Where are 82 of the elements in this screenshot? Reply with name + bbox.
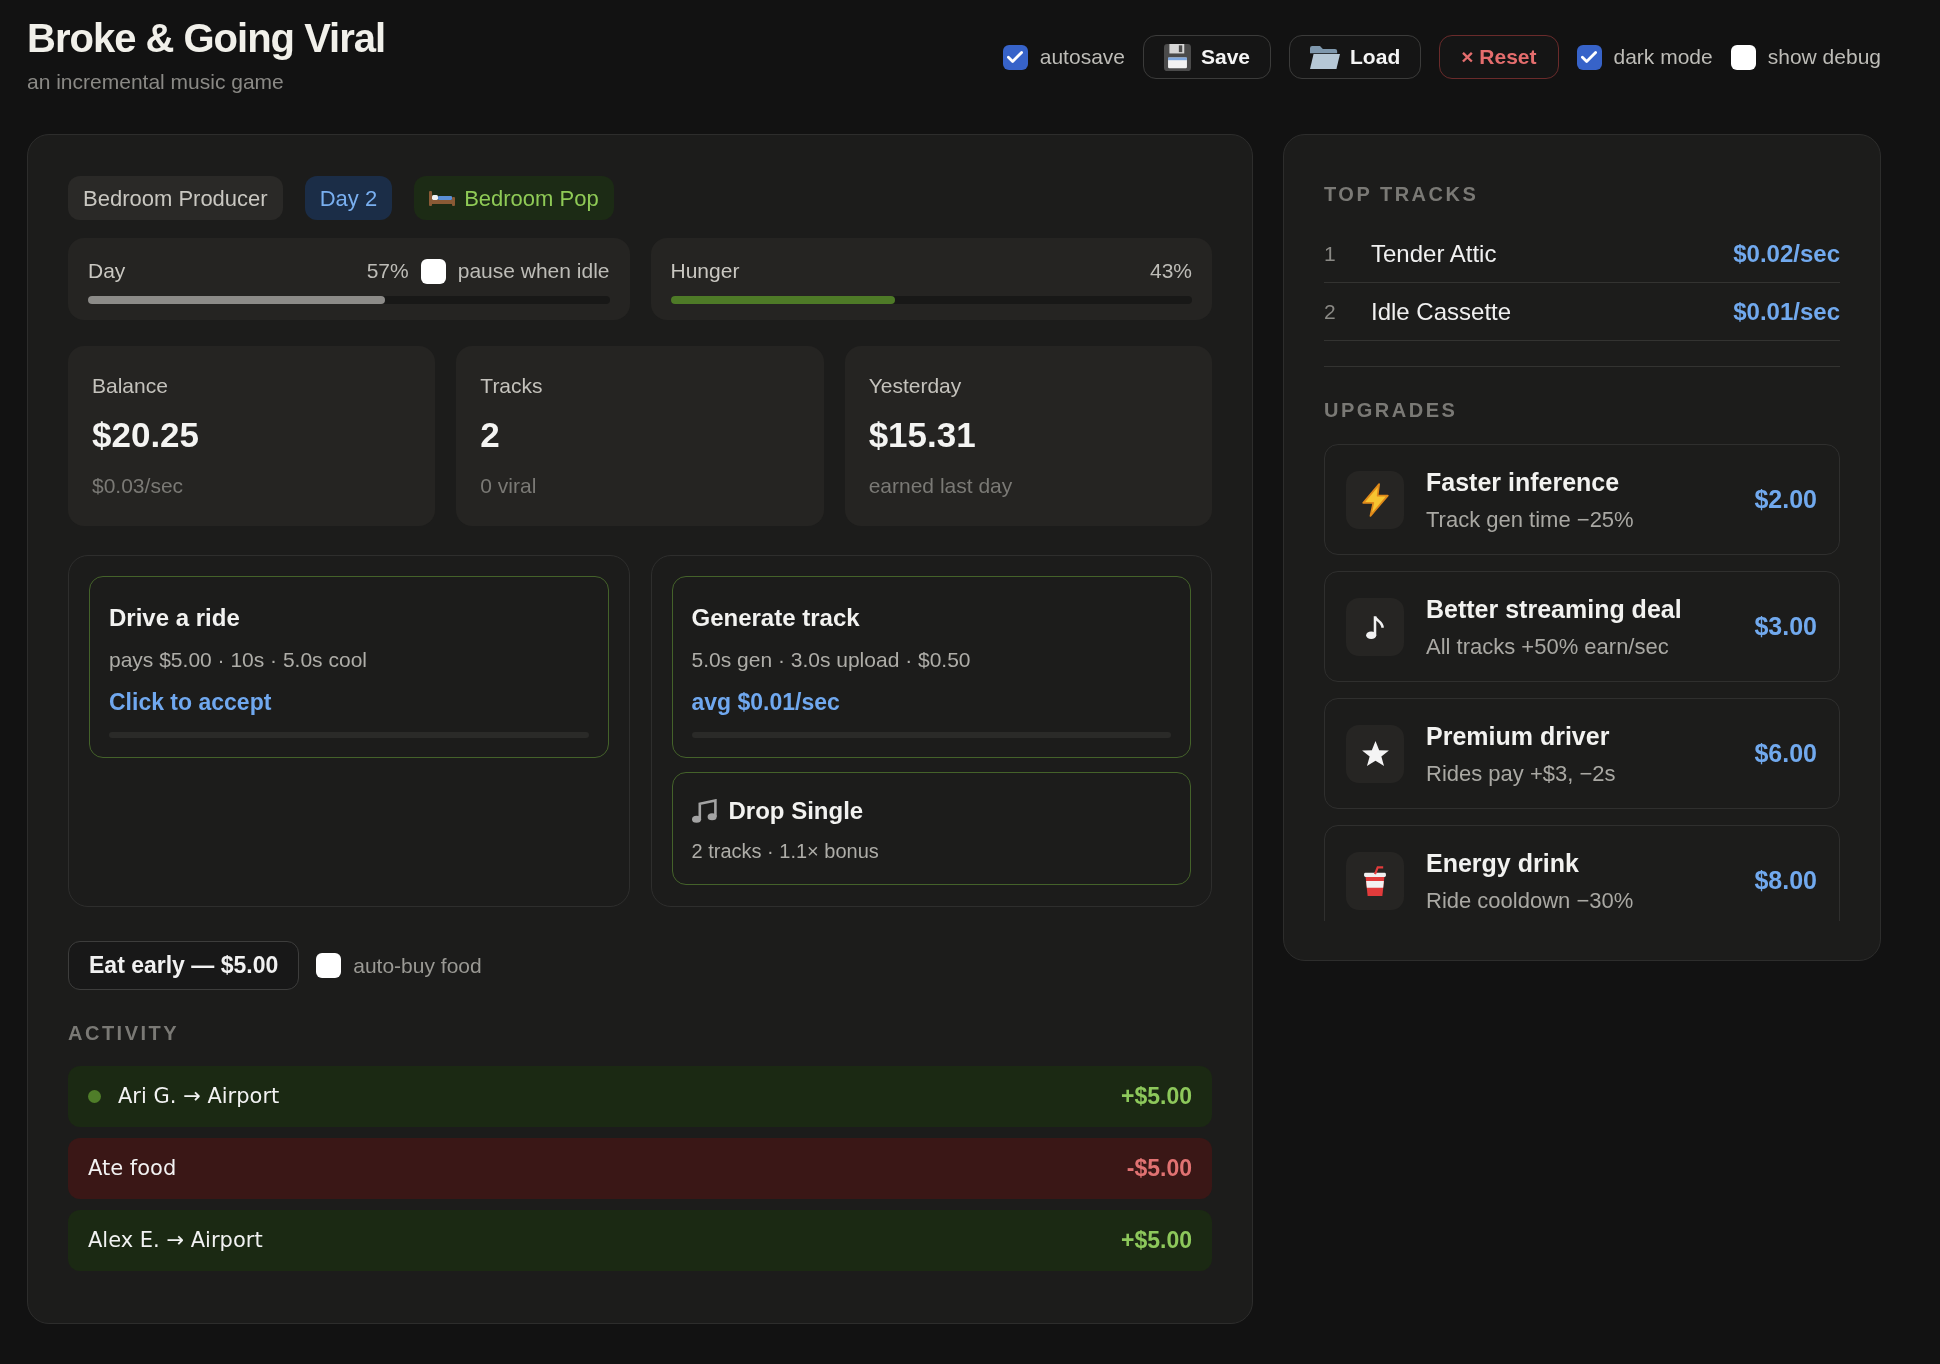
upgrade-title: Energy drink: [1426, 847, 1580, 879]
track-name: Idle Cassette: [1371, 296, 1512, 327]
release-card[interactable]: Drop Single 2 tracks · 1.1× bonus: [671, 772, 1191, 885]
upgrade-price: $8.00: [1754, 864, 1817, 896]
meter-reading: 43%: [1149, 258, 1192, 285]
music-notes-icon: [691, 799, 718, 823]
meter-label: Hunger: [670, 258, 740, 285]
stat-value: $15.31: [868, 415, 977, 455]
card-title: Drive a ride: [109, 603, 241, 633]
reset-button[interactable]: × Reset: [1439, 35, 1559, 79]
stat-note: 0 viral: [480, 473, 538, 499]
cup-icon: [1346, 851, 1404, 910]
card-status: avg $0.01/sec: [691, 688, 841, 717]
activity-text: Ari G. → Airport: [118, 1082, 280, 1110]
upgrade-card[interactable]: Energy drink Ride cooldown −30% $8.00: [1324, 825, 1840, 921]
checkmark-icon: [1007, 51, 1024, 63]
stat-note: $0.03/sec: [92, 473, 185, 499]
upgrade-description: Track gen time −25%: [1426, 505, 1634, 534]
day-badge: Day 2: [304, 176, 393, 220]
upgrade-card[interactable]: Better streaming deal All tracks +50% earn/sec $3.00: [1324, 571, 1840, 682]
card-status: Click to accept: [109, 688, 273, 717]
activity-amount: +$5.00: [1121, 1082, 1192, 1112]
checkbox[interactable]: [420, 258, 446, 284]
track-name: Tender Attic: [1371, 238, 1497, 269]
checkbox-label: pause when idle: [457, 258, 610, 285]
toolbar-button[interactable]: Save: [1143, 35, 1272, 79]
upgrade-price: $3.00: [1754, 610, 1817, 642]
card-detail: 2 tracks · 1.1× bonus: [691, 839, 880, 864]
card-title: Generate track: [691, 603, 861, 633]
track-rank: 1: [1324, 240, 1337, 267]
section-heading: UPGRADES: [1324, 398, 1459, 422]
task-card[interactable]: Drive a ride pays $5.00 · 10s · 5.0s cool Click to accept: [89, 576, 609, 758]
lightning-icon: [1346, 470, 1404, 529]
badge-label: Bedroom Pop: [464, 184, 599, 213]
stat-value: $20.25: [92, 415, 201, 455]
checkbox[interactable]: [316, 953, 342, 978]
app-subtitle: an incremental music game: [27, 69, 285, 95]
checkbox[interactable]: [1002, 44, 1028, 70]
toolbar-button[interactable]: Load: [1289, 35, 1422, 79]
music-note-icon: [1346, 597, 1404, 656]
track-rank: 2: [1324, 298, 1337, 325]
section-heading: ACTIVITY: [68, 1021, 181, 1045]
stat-label: Balance: [92, 373, 169, 399]
section-heading: TOP TRACKS: [1324, 182, 1480, 206]
card-detail: 5.0s gen · 3.0s upload · $0.50: [691, 647, 972, 673]
upgrade-description: Ride cooldown −30%: [1426, 886, 1634, 915]
stat-label: Tracks: [480, 373, 544, 399]
checkbox[interactable]: [1576, 44, 1602, 70]
checkbox-label: auto-buy food: [353, 952, 482, 979]
role-badge: Bedroom Producer: [68, 176, 283, 220]
upgrade-description: Rides pay +$3, −2s: [1426, 759, 1616, 788]
meter-label: Day: [88, 258, 126, 285]
eat-button[interactable]: Eat early — $5.00: [68, 941, 300, 990]
card-title: Drop Single: [728, 796, 864, 826]
upgrade-card[interactable]: Faster inference Track gen time −25% $2.00: [1324, 444, 1840, 555]
task-card[interactable]: Generate track 5.0s gen · 3.0s upload · $0.50 avg $0.01/sec: [671, 576, 1191, 758]
card-detail: pays $5.00 · 10s · 5.0s cool: [109, 647, 368, 673]
upgrade-card[interactable]: Premium driver Rides pay +$3, −2s $6.00: [1324, 698, 1840, 809]
stat-label: Yesterday: [868, 373, 963, 399]
upgrade-title: Better streaming deal: [1426, 593, 1682, 625]
app-title: Broke & Going Viral: [27, 15, 386, 62]
activity-text: Alex E. → Airport: [88, 1226, 263, 1254]
stat-value: 2: [480, 415, 501, 455]
stat-note: earned last day: [868, 473, 1014, 499]
track-rate: $0.02/sec: [1733, 238, 1840, 269]
upgrade-price: $2.00: [1754, 483, 1817, 515]
activity-amount: -$5.00: [1126, 1154, 1192, 1184]
upgrade-title: Faster inference: [1426, 466, 1621, 498]
upgrade-title: Premium driver: [1426, 720, 1611, 752]
activity-amount: +$5.00: [1121, 1226, 1192, 1256]
activity-text: Ate food: [88, 1154, 177, 1182]
checkbox-label: show debug: [1767, 44, 1881, 71]
track-rate: $0.01/sec: [1733, 296, 1840, 327]
bed-icon: [429, 190, 456, 206]
checkmark-icon: [1581, 51, 1597, 63]
checkbox-label: dark mode: [1613, 44, 1713, 71]
folder-icon: [1310, 45, 1341, 69]
meter-reading: 57%: [366, 258, 409, 285]
checkbox-label: autosave: [1039, 44, 1125, 71]
checkbox[interactable]: [1730, 44, 1756, 70]
upgrade-description: All tracks +50% earn/sec: [1426, 632, 1670, 661]
upgrade-price: $6.00: [1754, 737, 1817, 769]
